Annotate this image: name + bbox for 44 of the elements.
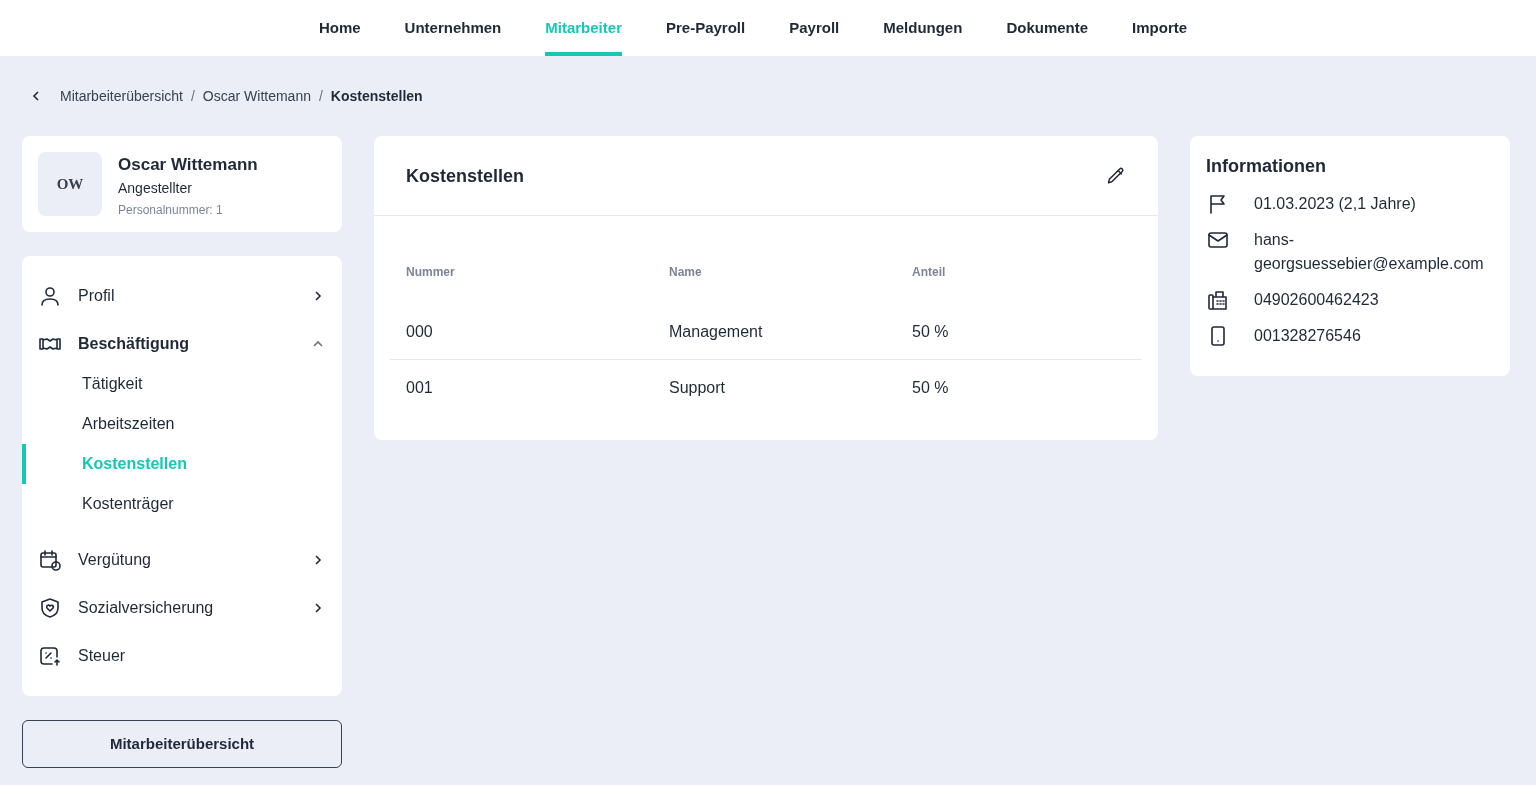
- breadcrumb-separator: /: [190, 87, 195, 106]
- nav-tab[interactable]: Importe: [1132, 0, 1188, 56]
- sidebar-item[interactable]: Profil: [22, 272, 342, 320]
- personnel-number: Personalnummer: 1: [118, 201, 224, 218]
- sidebar-item[interactable]: Vergütung: [22, 536, 342, 584]
- breadcrumb-separator: /: [318, 87, 323, 106]
- card-title: Kostenstellen: [406, 164, 525, 188]
- avatar-initials: OW: [38, 152, 102, 216]
- column-header: Anteil: [912, 264, 947, 280]
- nav-tab[interactable]: Dokumente: [1006, 0, 1089, 56]
- sidebar-item[interactable]: Sozialversicherung: [22, 584, 342, 632]
- overview-button[interactable]: Mitarbeiterübersicht: [22, 720, 342, 768]
- breadcrumb-link[interactable]: Oscar Wittemann: [202, 86, 311, 106]
- sidebar-subitem[interactable]: Arbeitszeiten: [22, 404, 342, 444]
- column-header: Name: [669, 264, 703, 280]
- table-cell-text: Support: [669, 378, 727, 398]
- sidebar-item[interactable]: Steuer: [22, 632, 342, 680]
- shield-icon: [38, 596, 62, 620]
- employee-role: Angestellter: [118, 178, 193, 198]
- info-text: hans-georgsuessebier@example.com: [1254, 230, 1485, 274]
- table-cell-text: Management: [669, 321, 764, 342]
- nav-tab[interactable]: Unternehmen: [404, 0, 502, 56]
- info-text: 001328276546: [1254, 326, 1361, 346]
- column-header: Nummer: [406, 264, 456, 280]
- nav-tab[interactable]: Meldungen: [883, 0, 963, 56]
- nav-tab[interactable]: Payroll: [789, 0, 840, 56]
- sidebar-subitem[interactable]: Kostenträger: [22, 484, 342, 524]
- table-cell-text: 001: [406, 378, 434, 398]
- employee-name: Oscar Wittemann: [118, 154, 258, 176]
- desk-phone-icon: [1206, 288, 1230, 312]
- card-title: Informationen: [1206, 155, 1327, 178]
- breadcrumb-link[interactable]: Mitarbeiterübersicht: [60, 86, 183, 106]
- table-cell-text: 000: [406, 321, 434, 342]
- calendar-coin-icon: [38, 548, 62, 572]
- edit-icon[interactable]: [1106, 165, 1126, 186]
- nav-tab[interactable]: Pre-Payroll: [665, 0, 746, 56]
- table-cell-text: 50 %: [912, 321, 950, 342]
- nav-tab[interactable]: Home: [318, 0, 361, 56]
- person-icon: [38, 284, 62, 308]
- breadcrumb-current: Kostenstellen: [330, 87, 423, 106]
- tax-icon: [38, 644, 62, 668]
- table-cell-text: 50 %: [912, 378, 950, 398]
- info-text: 04902600462423: [1254, 290, 1379, 310]
- info-text: 01.03.2023 (2,1 Jahre): [1254, 194, 1416, 214]
